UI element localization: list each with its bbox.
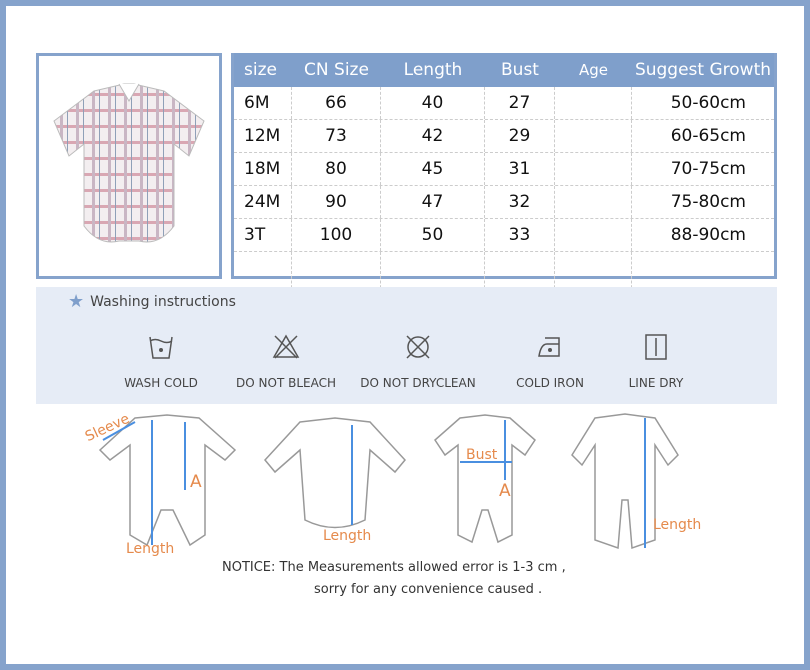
header-bust: Bust [501,60,539,80]
line-dry-icon [645,334,667,360]
cell-suggest-growth: 75-80cm [670,192,746,212]
star-icon: ★ [68,291,85,312]
notice-text-2: sorry for any convenience caused . [314,582,543,597]
no-bleach-icon [272,334,300,359]
cell-cn-size: 80 [292,153,381,185]
no-dryclean-icon [406,335,430,359]
line-dry-item: LINE DRY [591,332,721,390]
cell-bust: 31 [485,153,555,185]
cell-bust: 32 [485,186,555,218]
cell-cn-size: 90 [292,186,381,218]
cell-age [555,219,632,251]
length-label-2: Length [323,528,372,544]
cell-suggest-growth: 70-75cm [670,159,746,179]
cell-age [555,153,632,185]
line-dry-label: LINE DRY [628,376,684,390]
table-row: 3T 100 50 33 88-90cm [234,219,774,252]
cell-size: 3T [234,219,292,251]
header-cn-size: CN Size [304,60,369,80]
cell-bust: 33 [485,219,555,251]
table-header: size CN Size Length Bust Age Suggest Gro… [234,53,774,87]
cell-size: 24M [234,186,292,218]
no-dryclean-label: DO NOT DRYCLEAN [360,376,476,390]
product-photo [36,53,222,279]
no-bleach-item: DO NOT BLEACH [221,332,351,390]
washing-instructions-panel: ★ Washing instructions WASH COLD DO NOT B… [36,287,777,404]
cell-length: 47 [381,186,485,218]
no-dryclean-item: DO NOT DRYCLEAN [353,332,483,390]
cell-length: 42 [381,120,485,152]
wash-cold-label: WASH COLD [124,376,198,390]
cell-length: 45 [381,153,485,185]
cell-length: 50 [381,219,485,251]
table-row: 12M 73 42 29 60-65cm [234,120,774,153]
washing-title: Washing instructions [90,293,236,310]
cell-size: 12M [234,120,292,152]
cell-suggest-growth: 88-90cm [670,225,746,245]
header-length: Length [403,60,463,80]
wash-cold-item: WASH COLD [96,332,226,390]
length-label-1: Length [126,541,175,557]
table-row: 6M 66 40 27 50-60cm [234,87,774,120]
cell-cn-size: 66 [292,87,381,119]
cell-suggest-growth: 60-65cm [670,126,746,146]
cell-age [555,87,632,119]
cell-bust: 29 [485,120,555,152]
cell-cn-size: 73 [292,120,381,152]
table-row: 24M 90 47 32 75-80cm [234,186,774,219]
header-size: size [244,60,277,80]
cell-size: 18M [234,153,292,185]
bust-label: Bust [466,447,498,463]
header-suggest-growth: Suggest Growth [634,60,772,80]
romper-long-sleeve-diagram [98,414,237,547]
header-age: Age [578,61,608,79]
cell-age [555,186,632,218]
footed-romper-diagram [571,413,679,550]
cell-bust: 27 [485,87,555,119]
bodysuit-diagram [264,417,406,529]
notice-text: NOTICE: The Measurements allowed error i… [222,560,566,575]
cell-age [555,120,632,152]
a-label-2: A [499,481,511,501]
a-label-1: A [190,472,202,492]
wash-cold-icon [149,336,173,359]
length-label-3: Length [653,517,702,533]
plaid-romper-image [53,83,205,243]
table-row: 18M 80 45 31 70-75cm [234,153,774,186]
size-table: size CN Size Length Bust Age Suggest Gro… [231,53,777,293]
cold-iron-label: COLD IRON [516,376,584,390]
cell-length: 40 [381,87,485,119]
cold-iron-icon [538,337,560,357]
cell-size: 6M [234,87,292,119]
no-bleach-label: DO NOT BLEACH [236,376,336,390]
cell-cn-size: 100 [292,219,381,251]
short-sleeve-romper-diagram [434,414,536,544]
cell-suggest-growth: 50-60cm [670,93,746,113]
